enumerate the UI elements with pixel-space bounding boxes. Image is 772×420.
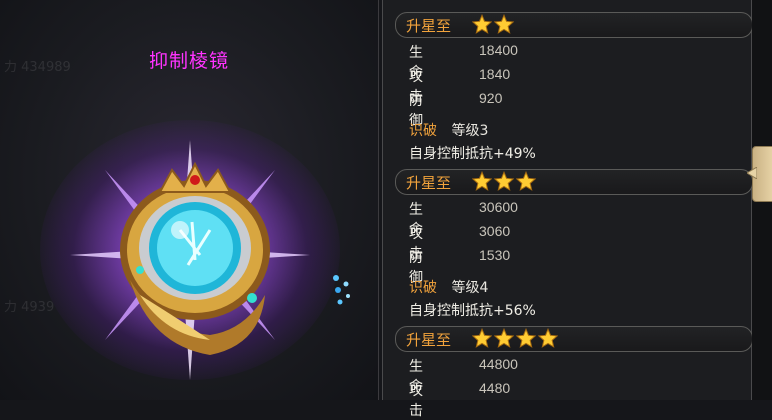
prism-artifact-icon — [70, 140, 310, 380]
tier-label: 升星至 — [406, 17, 452, 35]
star-rating — [472, 171, 536, 191]
skill-level: 等级4 — [451, 280, 489, 296]
skill-description: 自身控制抵抗+49% — [409, 146, 536, 162]
star-icon — [472, 171, 492, 191]
skill-name: 识破 — [409, 123, 437, 139]
stat-value: 44800 — [479, 356, 518, 372]
star-icon — [494, 171, 514, 191]
stat-value: 3060 — [479, 223, 511, 239]
skill-description: 自身控制抵抗+56% — [409, 303, 536, 319]
tier-label: 升星至 — [406, 174, 452, 192]
stat-value: 920 — [479, 90, 503, 106]
star-rating — [472, 14, 514, 34]
stat-name: 攻击 — [409, 383, 423, 419]
tier-label: 升星至 — [406, 331, 452, 349]
star-icon — [472, 328, 492, 348]
skill-level: 等级3 — [451, 123, 489, 139]
tier-header: 升星至 — [395, 326, 753, 352]
stat-value: 30600 — [479, 199, 518, 215]
skill-name: 识破 — [409, 280, 437, 296]
star-icon — [516, 328, 536, 348]
tier-header: 升星至 — [395, 12, 753, 38]
stat-value: 1530 — [479, 247, 511, 263]
stat-value: 18400 — [479, 42, 518, 58]
star-icon — [516, 171, 536, 191]
skill-row: 识破 等级4 — [409, 277, 488, 297]
collapse-panel-tab[interactable] — [747, 146, 772, 202]
star-icon — [472, 14, 492, 34]
background-faded-text: 力 4939 — [4, 300, 55, 315]
star-icon — [494, 14, 514, 34]
star-icon — [538, 328, 558, 348]
arrow-left-icon — [747, 167, 757, 179]
sparkle-effect-icon — [333, 275, 350, 305]
tier-header: 升星至 — [395, 169, 753, 195]
skill-row: 识破 等级3 — [409, 120, 488, 140]
item-preview-panel: 力 434989 力 4939 抑制棱镜 — [0, 0, 379, 400]
star-icon — [494, 328, 514, 348]
stat-value: 4480 — [479, 380, 511, 396]
item-name: 抑制棱镜 — [148, 50, 229, 72]
star-upgrade-stats-panel[interactable]: 升星至 生命 18400 攻击 1840 防御 920 识破 等级3 自身控制抵… — [382, 0, 753, 419]
stat-value: 1840 — [479, 66, 511, 82]
star-rating — [472, 328, 558, 348]
